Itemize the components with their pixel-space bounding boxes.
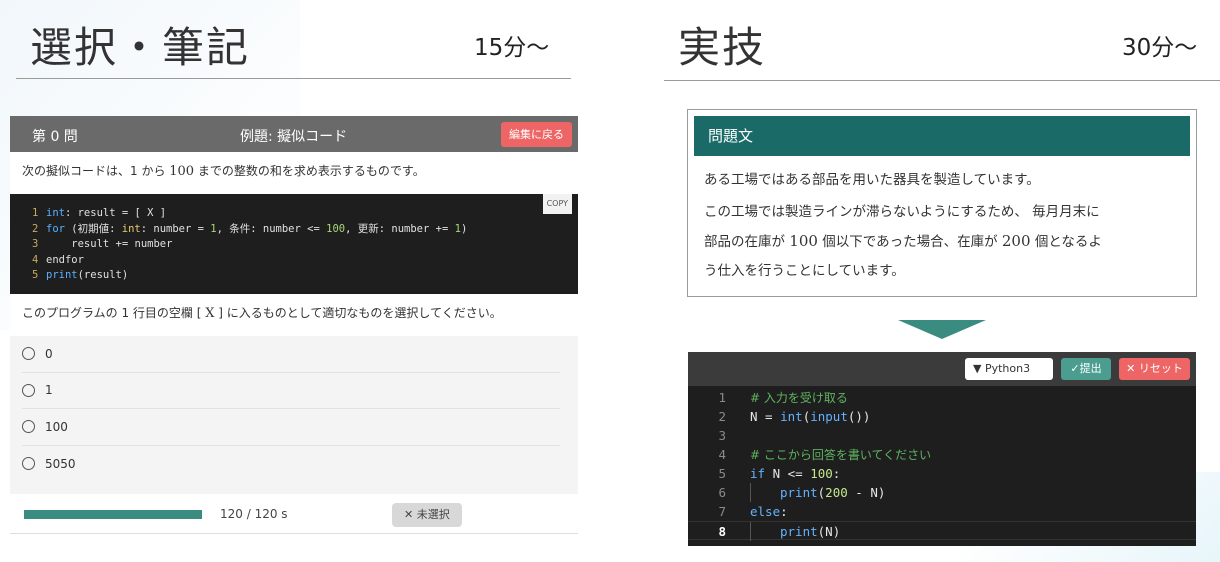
radio-button[interactable] xyxy=(22,420,35,434)
timer-progress-fill xyxy=(24,510,202,519)
code-line: 5 print(result) xyxy=(32,268,564,284)
prompt-suffix: ] に入るものとして適切なものを選択してください。 xyxy=(214,306,502,320)
radio-button[interactable] xyxy=(22,347,35,361)
timer-text: 120 / 120 s xyxy=(220,507,288,521)
editor-line[interactable]: 3 xyxy=(688,426,1196,445)
editor-line[interactable]: 4 # ここから回答を書いてください xyxy=(688,445,1196,464)
problem-num-100: 100 xyxy=(789,232,818,250)
line-number: 4 xyxy=(32,253,39,266)
timer-progress-bar xyxy=(24,510,202,519)
editor-line[interactable]: 8 print(N) xyxy=(688,521,1196,541)
question-text: 次の擬似コードは、1 から 100 までの整数の和を求め表示するものです。 xyxy=(10,152,578,194)
right-section-time: 30分〜 xyxy=(1122,35,1198,61)
question-text-prefix: 次の擬似コードは、1 から xyxy=(22,164,170,178)
editor-line[interactable]: 7 else: xyxy=(688,502,1196,521)
choice-label: 5050 xyxy=(45,456,76,471)
left-section-title: 選択・筆記 xyxy=(30,23,251,72)
line-number: 2 xyxy=(32,222,39,235)
editor-line[interactable]: 1 # 入力を受け取る xyxy=(688,388,1196,407)
problem-heading: 問題文 xyxy=(694,116,1190,156)
line-number: 1 xyxy=(32,207,39,219)
problem-paragraph-2: この工場では製造ラインが滞らないようにするため、 毎月月末に 部品の在庫が 10… xyxy=(704,198,1180,286)
radio-button[interactable] xyxy=(22,457,35,471)
choice-label: 0 xyxy=(45,346,53,361)
problem-line-b2: 個以下であった場合、在庫が xyxy=(817,234,1002,250)
problem-line-c: う仕入を行うことにしています。 xyxy=(704,263,905,279)
editor-line[interactable]: 6 print(200 - N) xyxy=(688,483,1196,502)
prompt-prefix: このプログラムの 1 行目の空欄 [ xyxy=(22,306,206,320)
choice-label: 100 xyxy=(45,419,68,434)
problem-num-200: 200 xyxy=(1001,232,1031,250)
code-line: 3 result += number xyxy=(32,237,564,253)
line-number: 7 xyxy=(718,504,726,519)
choice-item[interactable]: 1 xyxy=(22,373,560,409)
question-number-value: 100 xyxy=(169,164,195,179)
copy-button[interactable]: COPY xyxy=(542,194,572,214)
left-divider xyxy=(16,78,571,79)
down-arrow-icon xyxy=(898,320,986,339)
reset-button[interactable]: ✕ リセット xyxy=(1119,358,1190,380)
line-number: 1 xyxy=(718,390,726,405)
question-title: 例題: 擬似コード xyxy=(240,129,348,145)
left-section-time: 15分〜 xyxy=(474,35,550,61)
unselected-status-button[interactable]: ✕ 未選択 xyxy=(392,503,462,527)
editor-code-area[interactable]: 1 # 入力を受け取る 2 N = int(input()) 3 4 # ここから回答を書い… xyxy=(688,386,1196,541)
editor-line[interactable]: 2N = int(input()) xyxy=(688,407,1196,426)
line-number: 3 xyxy=(32,238,39,250)
problem-paragraph-1: ある工場ではある部品を用いた器具を製造しています。 xyxy=(704,172,1040,188)
question-number: 第 0 問 xyxy=(32,129,78,145)
code-line: 1 int: result = [ X ] xyxy=(32,206,564,222)
pseudo-code-block: COPY 1 int: result = [ X ] 2 for (初期値: int:… xyxy=(10,194,578,294)
line-number: 6 xyxy=(718,485,726,500)
question-prompt: このプログラムの 1 行目の空欄 [ X ] に入るものとして適切なものを選択し… xyxy=(10,294,578,336)
line-number: 8 xyxy=(718,524,726,539)
problem-statement-box: 問題文 ある工場ではある部品を用いた器具を製造しています。 この工場では製造ライ… xyxy=(687,109,1197,297)
choice-label: 1 xyxy=(45,383,53,398)
problem-line-b1: 部品の在庫が xyxy=(704,234,790,250)
quiz-card: 第 0 問 例題: 擬似コード 編集に戻る 次の擬似コードは、1 から 100 … xyxy=(10,116,578,536)
right-divider xyxy=(664,80,1220,81)
choice-item[interactable]: 0 xyxy=(22,336,560,373)
back-to-edit-button[interactable]: 編集に戻る xyxy=(501,122,572,147)
quiz-header: 第 0 問 例題: 擬似コード 編集に戻る xyxy=(10,116,578,152)
question-text-suffix: までの整数の和を求め表示するものです。 xyxy=(194,164,425,178)
code-editor[interactable]: ▼ Python3 ✓提出 ✕ リセット 1 # 入力を受け取る 2 N = int(… xyxy=(688,352,1196,546)
radio-button[interactable] xyxy=(22,383,35,397)
line-number: 3 xyxy=(718,428,726,443)
line-number: 5 xyxy=(718,466,726,481)
quiz-footer: 120 / 120 s ✕ 未選択 xyxy=(10,494,578,534)
choice-list: 0 1 100 5050 xyxy=(10,336,578,494)
editor-toolbar: ▼ Python3 ✓提出 ✕ リセット xyxy=(688,352,1196,386)
code-line: 4 endfor xyxy=(32,253,564,269)
language-select[interactable]: ▼ Python3 xyxy=(965,358,1053,380)
submit-button[interactable]: ✓提出 xyxy=(1061,358,1111,380)
problem-body: ある工場ではある部品を用いた器具を製造しています。 この工場では製造ラインが滞ら… xyxy=(694,156,1190,286)
right-section-title: 実技 xyxy=(678,23,767,72)
choice-item[interactable]: 100 xyxy=(22,409,560,446)
problem-line-b3: 個となるよ xyxy=(1030,234,1102,250)
line-number: 5 xyxy=(32,269,39,281)
code-line: 2 for (初期値: int: number = 1, 条件: number <… xyxy=(32,222,564,238)
choice-item[interactable]: 5050 xyxy=(22,446,560,483)
line-number: 2 xyxy=(718,409,726,424)
problem-line-a: この工場では製造ラインが滞らないようにするため、 毎月月末に xyxy=(704,204,1100,220)
pseudo-code-lines: 1 int: result = [ X ] 2 for (初期値: int: numb… xyxy=(32,206,564,284)
editor-line[interactable]: 5 if N <= 100: xyxy=(688,464,1196,483)
line-number: 4 xyxy=(718,447,726,462)
